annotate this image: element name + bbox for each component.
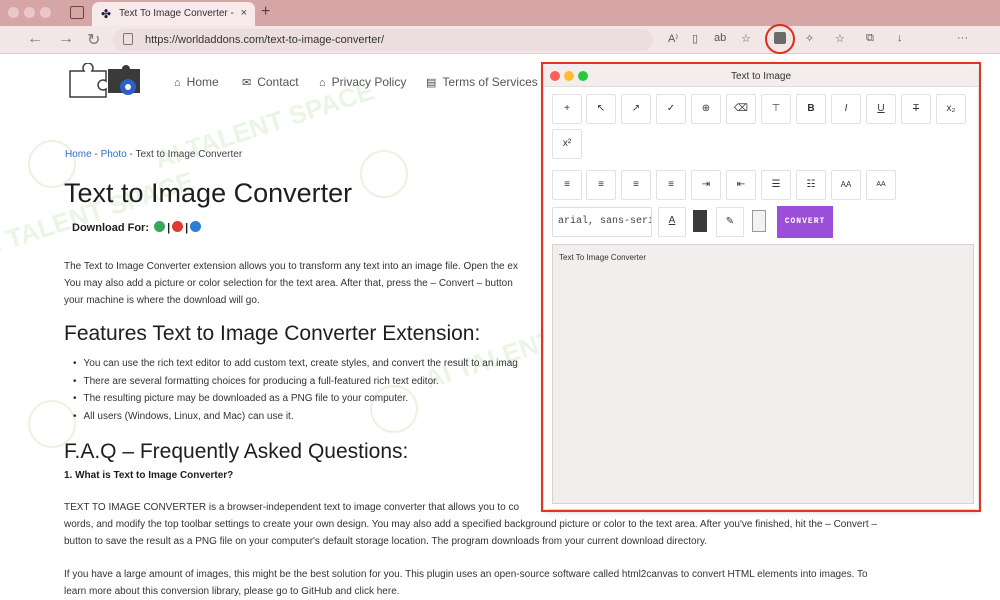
home-icon: ⌂ xyxy=(174,77,181,89)
new-tab-button[interactable]: + xyxy=(261,3,270,21)
puzzle-favicon-icon: ✤ xyxy=(101,7,112,21)
breadcrumb: Home - Photo - Text to Image Converter xyxy=(65,149,242,160)
edge-icon[interactable] xyxy=(190,221,202,232)
collections-icon[interactable]: ⧉ xyxy=(866,32,874,45)
faq-answer-line: learn more about this conversion library… xyxy=(64,586,400,597)
screen: ✤ Text To Image Converter - Wor × + ← → … xyxy=(0,0,1000,600)
address-bar[interactable]: https://worldaddons.com/text-to-image-co… xyxy=(113,29,653,51)
chrome-icon[interactable] xyxy=(154,221,166,232)
list-item: The resulting picture may be downloaded … xyxy=(73,390,573,408)
graduation-cap-icon: ⌂ xyxy=(319,77,326,89)
favorite-add-icon[interactable]: ☆ xyxy=(741,32,751,45)
nav-terms-label: Terms of Services xyxy=(442,75,538,89)
lock-icon xyxy=(123,33,133,45)
nav-home-label: Home xyxy=(186,75,219,89)
download-for: Download For: | | xyxy=(72,221,203,234)
tab-actions-icon[interactable] xyxy=(70,6,84,19)
faq-answer-2: If you have a large amount of images, th… xyxy=(64,566,944,600)
breadcrumb-home-link[interactable]: Home xyxy=(65,149,92,160)
browser-tab-bar: ✤ Text To Image Converter - Wor × + xyxy=(0,0,1000,26)
list-item: All users (Windows, Linux, and Mac) can … xyxy=(73,408,573,426)
document-icon: ▤ xyxy=(426,77,437,89)
breadcrumb-current: Text to Image Converter xyxy=(135,149,243,160)
page-title: Text to Image Converter xyxy=(64,178,353,208)
nav-privacy-link[interactable]: ⌂ Privacy Policy xyxy=(319,75,406,89)
breadcrumb-separator: - xyxy=(91,149,101,160)
opera-icon[interactable] xyxy=(172,221,184,232)
forward-arrow-icon[interactable]: → xyxy=(58,30,74,48)
url-text: https://worldaddons.com/text-to-image-co… xyxy=(145,34,385,46)
nav-terms-link[interactable]: ▤ Terms of Services xyxy=(426,75,538,89)
extensions-icon[interactable]: ✧ xyxy=(805,32,814,45)
downloads-icon[interactable]: ↓ xyxy=(897,32,903,44)
nav-privacy-label: Privacy Policy xyxy=(331,75,407,89)
reload-icon[interactable]: ↻ xyxy=(87,30,100,50)
translate-icon[interactable]: ab xyxy=(714,32,726,44)
nav-contact-label: Contact xyxy=(257,75,299,89)
download-label: Download For: xyxy=(72,222,149,234)
window-minimize-button[interactable] xyxy=(24,7,35,18)
breadcrumb-photo-link[interactable]: Photo xyxy=(101,149,127,160)
popup-highlight-box xyxy=(541,62,981,512)
puzzle-logo[interactable] xyxy=(66,63,146,99)
nav-home-link[interactable]: ⌂ Home xyxy=(174,75,219,89)
faq-answer-line: words, and modify the top toolbar settin… xyxy=(64,519,877,530)
back-arrow-icon[interactable]: ← xyxy=(27,30,43,48)
read-aloud-icon[interactable]: A⁾ xyxy=(668,32,678,45)
tab-title: Text To Image Converter - Wor xyxy=(119,8,234,19)
nav-contact-link[interactable]: ✉ Contact xyxy=(242,75,299,89)
mail-icon: ✉ xyxy=(242,77,252,89)
list-item: You can use the rich text editor to add … xyxy=(73,355,573,373)
faq-answer-line: button to save the result as a PNG file … xyxy=(64,536,707,547)
more-menu-icon[interactable]: ··· xyxy=(957,32,968,44)
watermark-logo xyxy=(360,150,408,198)
faq-heading: F.A.Q – Frequently Asked Questions: xyxy=(64,440,409,463)
features-list: You can use the rich text editor to add … xyxy=(73,355,573,425)
window-zoom-button[interactable] xyxy=(40,7,51,18)
window-close-button[interactable] xyxy=(8,7,19,18)
tab-close-icon[interactable]: × xyxy=(241,7,247,19)
list-item: There are several formatting choices for… xyxy=(73,373,573,391)
browser-toolbar: ← → ↻ https://worldaddons.com/text-to-im… xyxy=(0,26,1000,73)
faq-answer-line: If you have a large amount of images, th… xyxy=(64,569,868,580)
favorites-icon[interactable]: ☆ xyxy=(835,32,845,45)
faq-question-1: 1. What is Text to Image Converter? xyxy=(64,470,234,481)
features-heading: Features Text to Image Converter Extensi… xyxy=(64,322,481,345)
immersive-reader-icon[interactable]: ▯ xyxy=(692,32,698,45)
extension-highlight-circle xyxy=(765,24,795,54)
browser-tab[interactable]: ✤ Text To Image Converter - Wor × xyxy=(92,2,255,26)
